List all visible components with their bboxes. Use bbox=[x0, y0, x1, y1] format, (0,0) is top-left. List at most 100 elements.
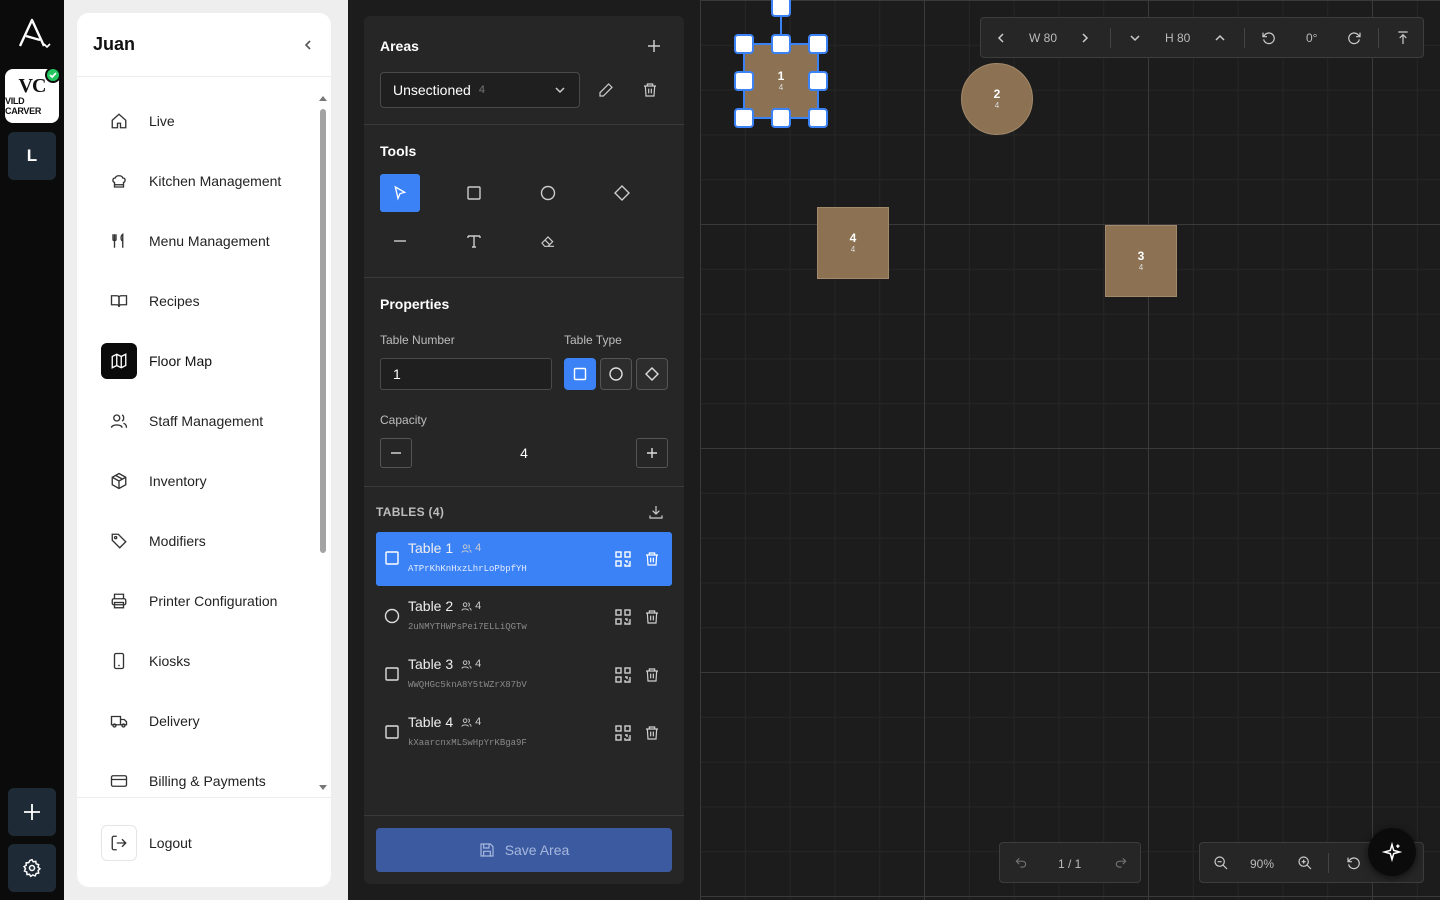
diamond-tool[interactable] bbox=[602, 174, 642, 212]
sidebar-item-kitchen-management[interactable]: Kitchen Management bbox=[101, 163, 311, 199]
sidebar-item-modifiers[interactable]: Modifiers bbox=[101, 523, 311, 559]
ai-assistant-button[interactable] bbox=[1368, 828, 1416, 876]
floor-table-2[interactable]: 2 4 bbox=[961, 63, 1033, 135]
circle-tool[interactable] bbox=[528, 174, 568, 212]
sidebar-item-label: Live bbox=[149, 113, 175, 129]
height-value: H 80 bbox=[1165, 31, 1191, 45]
capacity-value: 4 bbox=[520, 445, 528, 461]
logout-icon bbox=[101, 825, 137, 861]
rotate-right-button[interactable] bbox=[1344, 28, 1364, 48]
rectangle-tool[interactable] bbox=[454, 174, 494, 212]
table-type-square[interactable] bbox=[564, 358, 596, 390]
resize-handle-nw[interactable] bbox=[734, 34, 754, 54]
app-logo-icon[interactable] bbox=[14, 14, 54, 54]
zoom-in-button[interactable] bbox=[1296, 854, 1314, 872]
redo-button[interactable] bbox=[1112, 854, 1130, 872]
text-tool[interactable] bbox=[454, 222, 494, 260]
qr-code-icon[interactable] bbox=[614, 550, 632, 568]
download-tables-button[interactable] bbox=[642, 498, 670, 526]
add-location-button[interactable] bbox=[8, 788, 56, 836]
logout-label: Logout bbox=[149, 835, 192, 851]
select-tool[interactable] bbox=[380, 174, 420, 212]
sidebar-item-recipes[interactable]: Recipes bbox=[101, 283, 311, 319]
floor-table-4[interactable]: 4 4 bbox=[817, 207, 889, 279]
eraser-tool[interactable] bbox=[528, 222, 568, 260]
save-icon bbox=[480, 843, 494, 857]
rotation-value: 0° bbox=[1306, 31, 1318, 45]
sidebar-item-menu-management[interactable]: Menu Management bbox=[101, 223, 311, 259]
sidebar-item-label: Menu Management bbox=[149, 233, 270, 249]
table-row[interactable]: Table 4 4 kXaarcnxMLSwHpYrKBga9F bbox=[376, 706, 672, 760]
trash-icon[interactable] bbox=[644, 724, 660, 742]
sidebar-item-kiosks[interactable]: Kiosks bbox=[101, 643, 311, 679]
delete-area-button[interactable] bbox=[636, 76, 664, 104]
rotate-ccw-icon bbox=[1262, 32, 1275, 45]
resize-handle-e[interactable] bbox=[808, 71, 828, 91]
resize-handle-n[interactable] bbox=[771, 34, 791, 54]
capacity-decrement-button[interactable] bbox=[380, 438, 412, 468]
circle-icon bbox=[609, 367, 623, 381]
undo-button[interactable] bbox=[1012, 854, 1030, 872]
sidebar-item-label: Delivery bbox=[149, 713, 200, 729]
rotate-handle[interactable] bbox=[771, 0, 791, 17]
sidebar-item-label: Staff Management bbox=[149, 413, 264, 429]
area-select[interactable]: Unsectioned 4 bbox=[380, 72, 580, 108]
reset-view-button[interactable] bbox=[1345, 854, 1363, 872]
logout-button[interactable]: Logout bbox=[101, 825, 192, 861]
sidebar-item-label: Kitchen Management bbox=[149, 173, 282, 189]
settings-button[interactable] bbox=[8, 844, 56, 892]
rotate-left-button[interactable] bbox=[1259, 28, 1279, 48]
tenant-avatar[interactable]: L bbox=[8, 132, 56, 180]
table-type-label: Table Type bbox=[564, 333, 622, 347]
edit-area-button[interactable] bbox=[592, 76, 620, 104]
collapse-sidebar-button[interactable] bbox=[301, 38, 315, 52]
height-increase-button[interactable] bbox=[1210, 28, 1230, 48]
users-icon bbox=[461, 543, 472, 553]
width-increase-button[interactable] bbox=[1075, 28, 1095, 48]
qr-code-icon[interactable] bbox=[614, 666, 632, 684]
table-name: Table 3 bbox=[408, 656, 454, 672]
sidebar-item-printer-configuration[interactable]: Printer Configuration bbox=[101, 583, 311, 619]
sidebar-item-label: Kiosks bbox=[149, 653, 191, 669]
floor-table-3[interactable]: 3 4 bbox=[1105, 225, 1177, 297]
qr-code-icon[interactable] bbox=[614, 724, 632, 742]
sidebar-item-billing-payments[interactable]: Billing & Payments bbox=[101, 763, 311, 799]
resize-handle-sw[interactable] bbox=[734, 108, 754, 128]
resize-handle-s[interactable] bbox=[771, 108, 791, 128]
table-row[interactable]: Table 1 4 ATPrKhKnHxzLhrLoPbpfYH bbox=[376, 532, 672, 586]
sidebar-scroll-thumb[interactable] bbox=[320, 109, 326, 553]
table-number-input[interactable]: 1 bbox=[380, 358, 552, 390]
plus-icon bbox=[647, 448, 657, 458]
zoom-out-icon bbox=[1214, 856, 1228, 870]
sidebar-item-staff-management[interactable]: Staff Management bbox=[101, 403, 311, 439]
qr-code-icon[interactable] bbox=[614, 608, 632, 626]
restaurant-logo[interactable]: VC VILD CARVER bbox=[5, 67, 61, 123]
trash-icon[interactable] bbox=[644, 608, 660, 626]
sidebar-item-delivery[interactable]: Delivery bbox=[101, 703, 311, 739]
table-type-diamond[interactable] bbox=[636, 358, 668, 390]
circle-icon bbox=[384, 608, 400, 624]
table-type-circle[interactable] bbox=[600, 358, 632, 390]
add-area-button[interactable] bbox=[640, 32, 668, 60]
resize-handle-ne[interactable] bbox=[808, 34, 828, 54]
height-decrease-button[interactable] bbox=[1125, 28, 1145, 48]
capacity-increment-button[interactable] bbox=[636, 438, 668, 468]
user-name: Juan bbox=[93, 34, 136, 54]
save-area-button[interactable]: Save Area bbox=[376, 828, 672, 872]
floor-canvas[interactable]: 1 4 2 4 4 4 3 4 bbox=[700, 0, 1440, 900]
sidebar-item-inventory[interactable]: Inventory bbox=[101, 463, 311, 499]
table-row[interactable]: Table 2 4 2uNMYTHWPsPei7ELLiQGTw bbox=[376, 590, 672, 644]
line-tool[interactable] bbox=[380, 222, 420, 260]
width-decrease-button[interactable] bbox=[991, 28, 1011, 48]
undo-icon bbox=[1015, 857, 1027, 868]
zoom-out-button[interactable] bbox=[1212, 854, 1230, 872]
resize-handle-se[interactable] bbox=[808, 108, 828, 128]
trash-icon[interactable] bbox=[644, 550, 660, 568]
resize-handle-w[interactable] bbox=[734, 71, 754, 91]
table-row[interactable]: Table 3 4 WWQHGc5knA8Y5tWZrX87bV bbox=[376, 648, 672, 702]
bring-to-front-button[interactable] bbox=[1393, 28, 1413, 48]
trash-icon[interactable] bbox=[644, 666, 660, 684]
verified-check-icon bbox=[45, 67, 61, 83]
sidebar-item-floor-map[interactable]: Floor Map bbox=[101, 343, 311, 379]
sidebar-item-live[interactable]: Live bbox=[101, 103, 311, 139]
